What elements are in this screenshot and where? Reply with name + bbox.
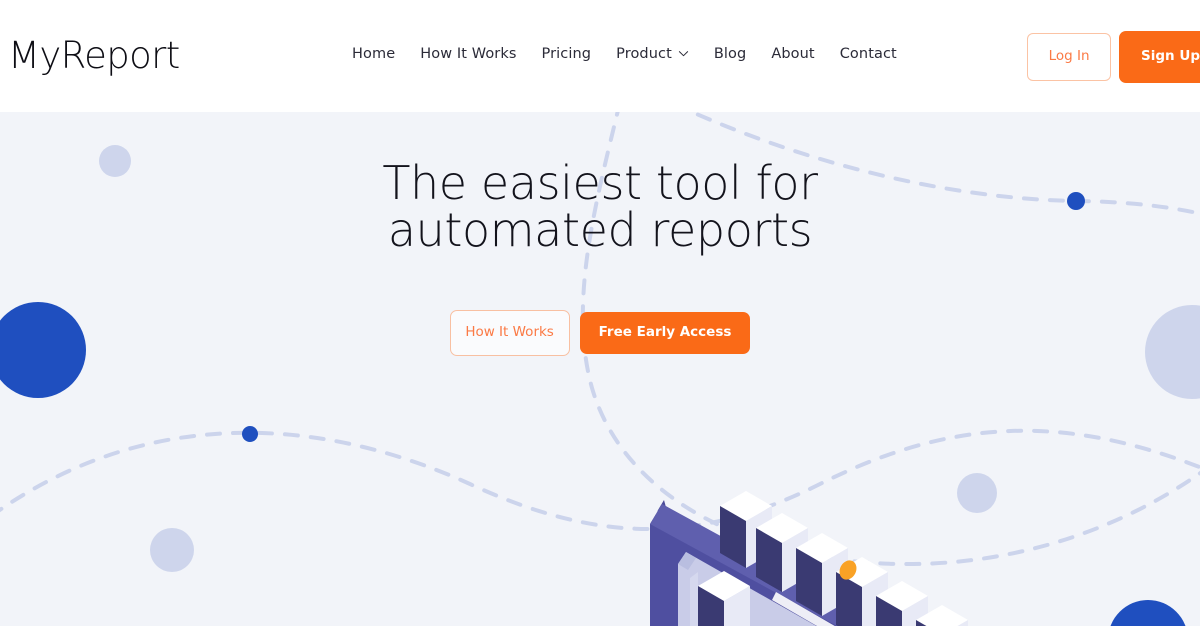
signup-button[interactable]: Sign Up N xyxy=(1119,31,1200,83)
chart-bar xyxy=(698,571,750,626)
hero-decorations xyxy=(0,112,1200,626)
circle-small-lavender-topleft xyxy=(99,145,131,177)
brand-logo[interactable]: MyReport xyxy=(8,32,180,80)
nav-item-contact[interactable]: Contact xyxy=(840,44,922,64)
free-early-access-button[interactable]: Free Early Access xyxy=(579,312,751,354)
dashed-curve-upper-right xyxy=(687,112,1200,216)
header-actions: Log In Sign Up N xyxy=(1027,31,1200,83)
hero-content: The easiest tool for automated reports H… xyxy=(0,112,1200,626)
monitor-frame-lower xyxy=(652,510,871,626)
nav-item-label: Home xyxy=(352,46,396,62)
monitor-top-edge-highlight xyxy=(650,504,886,626)
chevron-down-icon xyxy=(678,48,689,59)
monitor-frame-corner xyxy=(652,500,670,532)
monitor-screen xyxy=(678,552,817,626)
nav-item-pricing[interactable]: Pricing xyxy=(542,44,617,64)
nav-item-label: About xyxy=(771,46,815,62)
nav-item-label: Pricing xyxy=(541,46,592,62)
nav-item-label: How It Works xyxy=(420,46,517,62)
main-navigation: Home How It Works Pricing Product Blog A… xyxy=(352,44,922,64)
nav-item-blog[interactable]: Blog xyxy=(714,44,771,64)
node-dot-left xyxy=(242,426,258,442)
site-header: MyReport Home How It Works Pricing Produ… xyxy=(0,0,1200,112)
nav-item-label: Product xyxy=(616,46,672,62)
monitor-body xyxy=(650,504,877,626)
nav-item-label: Contact xyxy=(839,46,897,62)
node-dot-right xyxy=(1067,192,1085,210)
chart-bar xyxy=(836,557,888,626)
page-root: MyReport Home How It Works Pricing Produ… xyxy=(0,0,1200,626)
nav-item-label: Blog xyxy=(713,46,747,62)
nav-item-how-it-works[interactable]: How It Works xyxy=(420,44,541,64)
circle-lavender-midleft xyxy=(150,528,194,572)
page-title: The easiest tool for automated reports xyxy=(382,156,818,257)
circle-blue-bottom-right xyxy=(1110,600,1186,626)
chart-bar xyxy=(916,605,968,626)
login-button[interactable]: Log In xyxy=(1027,33,1112,81)
orange-status-dot-icon xyxy=(839,560,857,580)
screen-left-strip xyxy=(690,572,698,626)
how-it-works-button[interactable]: How It Works xyxy=(449,310,570,356)
circle-lavender-mid xyxy=(957,473,997,513)
nav-item-home[interactable]: Home xyxy=(352,44,420,64)
chart-bar xyxy=(720,491,772,568)
chart-bar xyxy=(796,533,848,616)
chart-axis-line-2 xyxy=(772,592,835,626)
chart-bar xyxy=(876,581,928,626)
nav-item-product[interactable]: Product xyxy=(616,44,714,64)
monitor-screen-inner-edge xyxy=(678,552,696,570)
dashed-curve-lower xyxy=(0,428,1200,531)
hero-illustration xyxy=(600,392,1200,626)
hero-cta-group: How It Works Free Early Access xyxy=(0,310,1200,356)
chart-bar xyxy=(756,513,808,592)
nav-item-about[interactable]: About xyxy=(771,44,839,64)
hero-section: The easiest tool for automated reports H… xyxy=(0,112,1200,626)
